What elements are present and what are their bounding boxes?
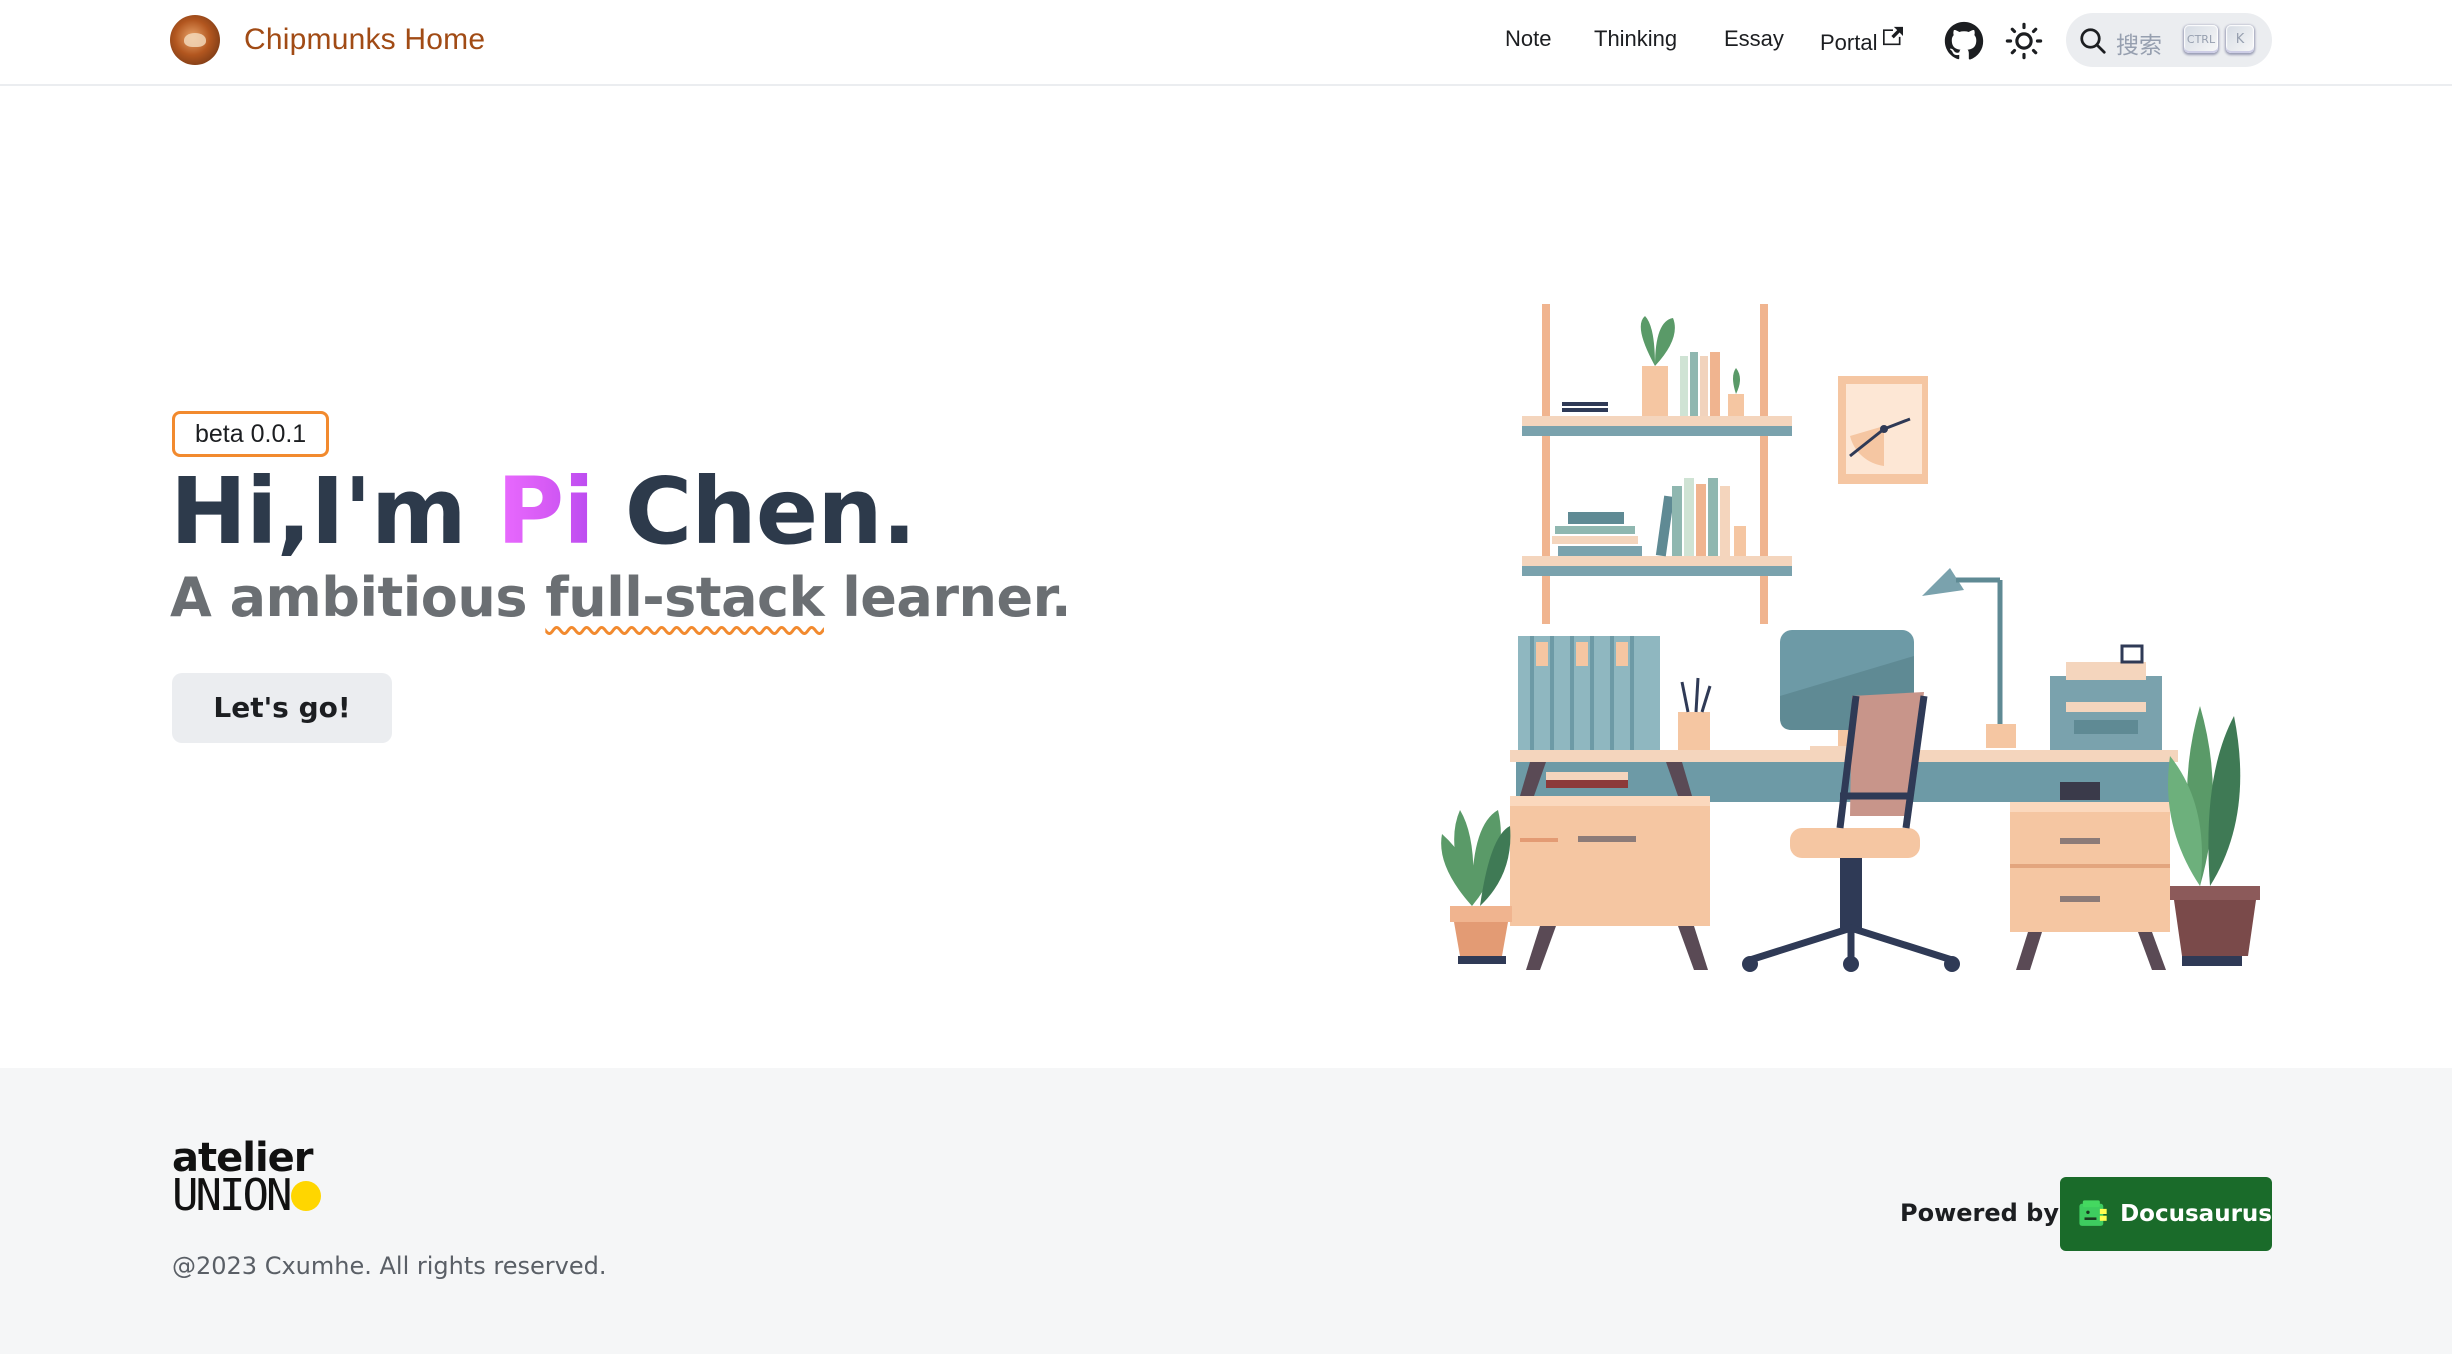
version-badge: beta 0.0.1 — [172, 411, 330, 457]
external-link-icon — [1883, 26, 1904, 46]
powered-by-label: Powered by — [1900, 1199, 2059, 1227]
hero-headline: Hi,I'm Pi Chen. — [170, 458, 917, 565]
subline-suffix: learner. — [842, 566, 1072, 629]
footer: atelier UNION @2023 Cxumhe. All rights r… — [0, 1068, 2452, 1354]
docusaurus-label: Docusaurus — [2120, 1201, 2272, 1227]
search-button[interactable]: 搜索 CTRL K — [2066, 13, 2272, 67]
brand-title: Chipmunks Home — [244, 23, 486, 56]
chipmunk-logo — [170, 15, 220, 65]
nav-link-essay[interactable]: Essay — [1724, 26, 1784, 52]
atelier-union-logo: atelier UNION — [172, 1138, 322, 1221]
hero-section: beta 0.0.1 Hi,I'm Pi Chen. A ambitious f… — [0, 86, 2452, 1068]
nav-link-portal[interactable]: Portal — [1820, 26, 1904, 56]
copyright-text: @2023 Cxumhe. All rights reserved. — [172, 1252, 607, 1280]
headline-highlight: Pi — [496, 458, 595, 565]
subline-prefix: A ambitious — [170, 566, 527, 629]
logo-bottom-row: UNION — [172, 1170, 322, 1221]
kbd-k: K — [2226, 25, 2254, 53]
docusaurus-dino-icon — [2079, 1200, 2107, 1226]
nav-link-thinking[interactable]: Thinking — [1594, 26, 1677, 52]
theme-toggle-sun-icon[interactable] — [2005, 22, 2043, 60]
home-office-illustration — [1441, 304, 2260, 972]
subline-highlight: full-stack — [545, 566, 824, 629]
logo-bottom-text: UNION — [172, 1170, 292, 1221]
nav-link-note[interactable]: Note — [1505, 26, 1551, 52]
lets-go-button[interactable]: Let's go! — [172, 673, 392, 743]
search-icon — [2080, 28, 2106, 54]
headline-suffix: Chen. — [624, 458, 917, 565]
docusaurus-badge[interactable]: Docusaurus — [2060, 1177, 2272, 1251]
navbar: Chipmunks Home Note Thinking Essay Porta… — [0, 0, 2452, 86]
search-placeholder: 搜索 — [2116, 33, 2162, 59]
headline-prefix: Hi,I'm — [170, 458, 467, 565]
nav-link-portal-label: Portal — [1820, 30, 1878, 55]
brand-link[interactable]: Chipmunks Home — [170, 15, 485, 65]
hero-subline: A ambitious full-stack learner. — [170, 566, 1072, 629]
kbd-ctrl: CTRL — [2184, 25, 2218, 53]
github-icon[interactable] — [1944, 21, 1984, 61]
logo-yellow-dot — [291, 1181, 322, 1211]
